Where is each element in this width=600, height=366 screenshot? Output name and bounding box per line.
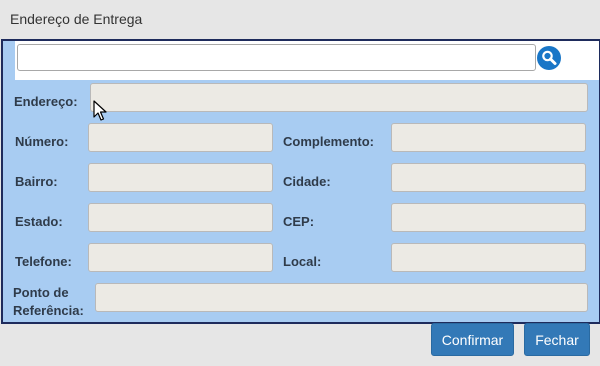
- referencia-label: Ponto de Referência:: [13, 285, 84, 318]
- cep-field[interactable]: [391, 203, 586, 232]
- close-button[interactable]: Fechar: [524, 323, 590, 356]
- address-form-panel: Endereço: Número: Complemento: Bairro: C…: [1, 39, 600, 324]
- search-button[interactable]: [537, 46, 561, 70]
- estado-label: Estado:: [15, 214, 63, 229]
- complemento-field[interactable]: [391, 123, 586, 152]
- telefone-label: Telefone:: [15, 254, 72, 269]
- magnifier-icon: [542, 50, 557, 65]
- telefone-field[interactable]: [88, 243, 273, 272]
- numero-label: Número:: [15, 134, 69, 149]
- cidade-label: Cidade:: [283, 174, 331, 189]
- bairro-label: Bairro:: [15, 174, 58, 189]
- search-input[interactable]: [17, 44, 536, 71]
- complemento-label: Complemento:: [283, 134, 374, 149]
- mouse-cursor-icon: [93, 100, 107, 121]
- bairro-field[interactable]: [88, 163, 273, 192]
- local-label: Local:: [283, 254, 322, 269]
- endereco-label: Endereço:: [14, 94, 78, 109]
- estado-field[interactable]: [88, 203, 273, 232]
- dialog-titlebar: Endereço de Entrega: [0, 0, 600, 38]
- dialog-title: Endereço de Entrega: [10, 11, 143, 27]
- confirm-button[interactable]: Confirmar: [431, 323, 514, 356]
- cidade-field[interactable]: [391, 163, 586, 192]
- cep-label: CEP:: [283, 214, 315, 229]
- endereco-field[interactable]: [90, 83, 588, 112]
- referencia-field[interactable]: [95, 283, 588, 312]
- numero-field[interactable]: [88, 123, 273, 152]
- local-field[interactable]: [391, 243, 586, 272]
